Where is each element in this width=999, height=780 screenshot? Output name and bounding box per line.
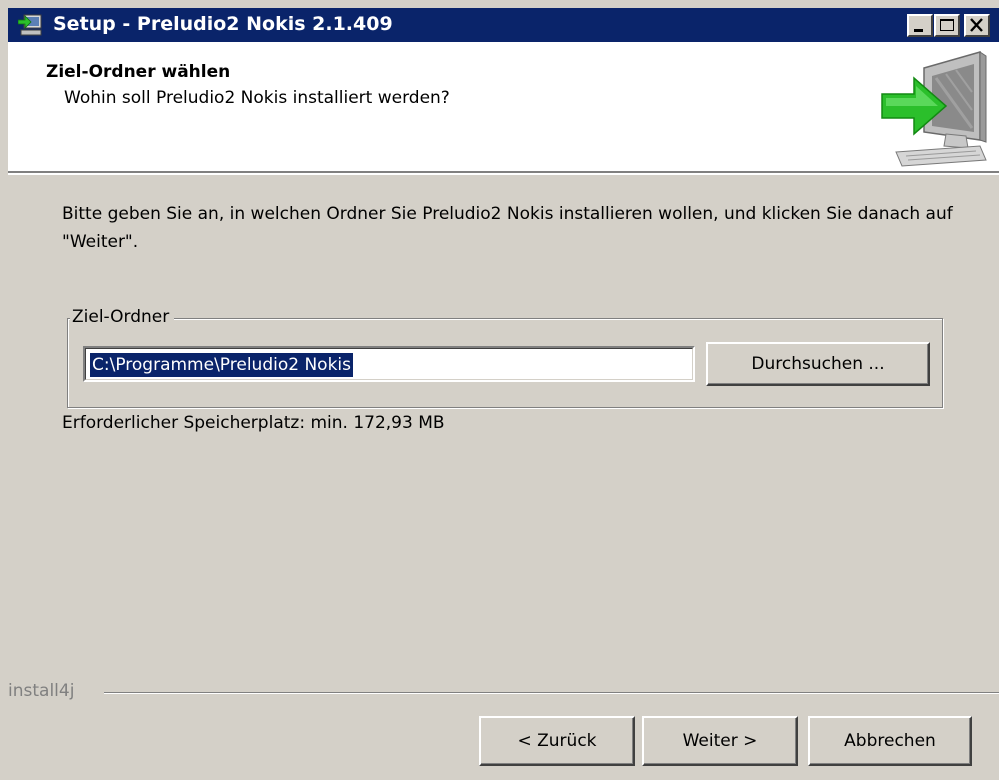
target-folder-input[interactable]: C:\Programme\Preludio2 Nokis	[83, 346, 695, 382]
header-panel: Ziel-Ordner wählen Wohin soll Preludio2 …	[8, 42, 999, 175]
minimize-button[interactable]	[907, 14, 933, 37]
window-title: Setup - Preludio2 Nokis 2.1.409	[53, 13, 393, 35]
browse-button[interactable]: Durchsuchen ...	[706, 342, 930, 386]
next-button-label: Weiter >	[682, 731, 758, 751]
close-icon	[970, 18, 983, 32]
cancel-button-label: Abbrechen	[844, 731, 936, 751]
next-button[interactable]: Weiter >	[642, 716, 798, 766]
maximize-icon	[940, 19, 954, 31]
instruction-text: Bitte geben Sie an, in welchen Ordner Si…	[62, 204, 953, 252]
back-button[interactable]: < Zurück	[479, 716, 635, 766]
cancel-button[interactable]: Abbrechen	[808, 716, 972, 766]
install4j-brand: install4j	[8, 681, 75, 701]
title-bar[interactable]: Setup - Preludio2 Nokis 2.1.409	[8, 8, 999, 42]
maximize-button[interactable]	[934, 14, 960, 37]
page-subtitle: Wohin soll Preludio2 Nokis installiert w…	[64, 88, 450, 108]
footer-separator	[104, 692, 999, 694]
setup-window: Setup - Preludio2 Nokis 2.1.409 Ziel-Ord…	[0, 0, 999, 780]
required-space-text: Erforderlicher Speicherplatz: min. 172,9…	[62, 413, 445, 433]
installer-icon[interactable]	[17, 13, 44, 37]
target-folder-value: C:\Programme\Preludio2 Nokis	[90, 353, 354, 377]
computer-arrow-icon	[876, 48, 988, 168]
close-button[interactable]	[964, 14, 990, 37]
back-button-label: < Zurück	[517, 731, 597, 751]
target-folder-group-label: Ziel-Ordner	[70, 307, 175, 327]
minimize-icon	[914, 29, 923, 32]
browse-button-label: Durchsuchen ...	[751, 354, 885, 374]
page-title: Ziel-Ordner wählen	[46, 62, 231, 82]
